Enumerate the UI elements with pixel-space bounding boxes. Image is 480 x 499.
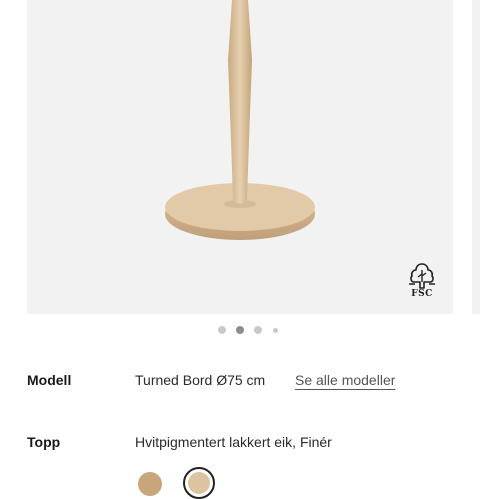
pagination-dot-1[interactable] (218, 326, 226, 334)
pagination-dot-4[interactable] (273, 327, 278, 333)
top-label: Topp (27, 434, 61, 450)
see-all-models-link[interactable]: Se alle modeller (295, 372, 395, 388)
pagination-dot-2[interactable] (236, 326, 244, 334)
product-image-gallery[interactable]: FSC (27, 0, 453, 314)
fsc-badge: FSC (405, 262, 439, 300)
table-product-image (165, 0, 315, 240)
model-value: Turned Bord Ø75 cm (135, 372, 266, 388)
fsc-label: FSC (411, 289, 433, 299)
swatch-oak[interactable] (138, 472, 162, 496)
model-label: Modell (27, 372, 72, 388)
pagination-dot-3[interactable] (254, 326, 262, 334)
swatch-white-pigmented-oak-fill (188, 472, 210, 494)
next-image-peek[interactable] (472, 0, 480, 314)
swatch-white-pigmented-oak[interactable] (183, 467, 215, 499)
fsc-tree-icon (409, 263, 435, 289)
top-value: Hvitpigmentert lakkert eik, Finér (135, 434, 332, 450)
gallery-pagination (0, 326, 480, 336)
